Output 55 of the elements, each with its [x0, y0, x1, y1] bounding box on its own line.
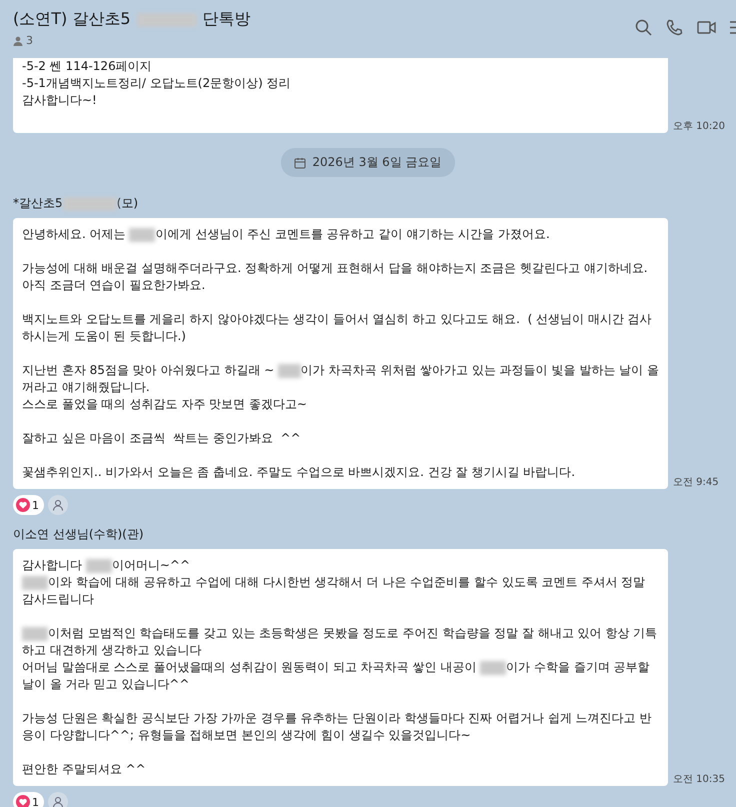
message-text: 이와 학습에 대해 공유하고 수업에 대해 다시한번 생각해서 더 나은 수업준비를 할수 있도록 코멘트 주셔서 정말: [48, 574, 646, 591]
message-text: 하고 대견하게 생각하고 있습니다: [22, 642, 202, 659]
calendar-icon: [294, 156, 306, 168]
message-text: 이에게 선생님이 주신 코멘트를 공유하고 같이 얘기하는 시간을 가졌어요.: [155, 226, 550, 243]
message-text: 백지노트와 오답노트를 게을리 하지 않아야겠다는 생각이 들어서 열심히 하고 있다고도 해요. ( 선생님이 매시간 검사: [22, 311, 652, 328]
message-text: 이어머니~^^: [112, 557, 190, 574]
chat-title: (소연T) 갈산초5: [13, 9, 131, 30]
message-text: 지난번 혼자 85점을 맞아 아쉬웠다고 하길래 ~: [22, 362, 276, 379]
message-text: 이가 수학을 즐기며 공부할: [506, 659, 650, 676]
message-text: 스스로 풀었을 때의 성취감도 자주 맛보면 좋겠다고~: [22, 396, 307, 413]
reactor-button[interactable]: [48, 792, 68, 807]
message-text: 날이 올 거라 믿고 있습니다^^: [22, 676, 190, 693]
blurred-text: [22, 626, 48, 640]
sender-name: 이소연 선생님(수학)(관): [13, 526, 144, 543]
message-text: 응이 다양합니다^^; 유형들을 접해보면 본인의 생각에 힘이 생길수 있을것입니다~: [22, 727, 471, 744]
heart-icon: [16, 795, 30, 807]
message-text: 아직 조금더 연습이 필요한가봐요.: [22, 277, 206, 294]
message-text: 하시는게 도움이 된 듯합니다.): [22, 328, 186, 345]
message-time: 오후 10:20: [673, 120, 725, 133]
blurred-text: [480, 660, 506, 674]
message-time: 오전 9:45: [673, 476, 719, 489]
message-text: 감사드립니다: [22, 591, 94, 608]
message-text: -5-2 쎈 114-126페이지: [22, 58, 152, 75]
person-icon: [52, 796, 64, 807]
message-text: 편안한 주말되셔요 ^^: [22, 761, 146, 778]
blurred-text: [22, 576, 48, 590]
video-icon[interactable]: [697, 19, 716, 36]
reactor-button[interactable]: [48, 495, 68, 515]
message-text: 감사합니다: [22, 557, 83, 574]
person-icon: [52, 499, 64, 511]
blurred-text: [86, 558, 112, 572]
chat-title: 단톡방: [202, 9, 251, 30]
member-count: 3: [26, 34, 33, 47]
message-text: 감사합니다~!: [22, 92, 97, 109]
message-text: 가능성 단원은 확실한 공식보단 가장 가까운 경우를 유추하는 단원이라 학생들마다 진짜 어렵거나 쉽게 느껴진다고 반: [22, 710, 652, 727]
sender-name: (모): [116, 195, 138, 212]
message-text: 이처럼 모범적인 학습태도를 갖고 있는 초등학생은 못봤을 정도로 주어진 학습량을 정말 잘 해내고 있어 항상 기특: [48, 625, 658, 642]
message-text: 가능성에 대해 배운걸 설명해주더라구요. 정확하게 어떻게 표현해서 답을 해야하는지 조금은 헷갈린다고 얘기하네요.: [22, 260, 648, 277]
message-text: 안녕하세요. 어제는: [22, 226, 127, 243]
blurred-text: [129, 228, 156, 242]
phone-icon[interactable]: [666, 19, 683, 36]
message-text: 꽃샘추위인지.. 비가와서 오늘은 좀 춥네요. 주말도 수업으로 바쁘시겠지요. 건강 잘 챙기시길 바랍니다.: [22, 464, 576, 481]
blurred-text: [278, 364, 301, 378]
message-text: 잘하고 싶은 마음이 조금씩 싹트는 중인가봐요 ^^: [22, 430, 301, 447]
message-text: 꺼라고 얘기해줬답니다.: [22, 379, 150, 396]
sender-name: *갈산초5: [13, 195, 63, 212]
search-icon[interactable]: [635, 19, 652, 36]
message-text: 어머님 말씀대로 스스로 풀어냈을때의 성취감이 원동력이 되고 차곡차곡 쌓인 내공이: [22, 659, 478, 676]
person-icon: [13, 36, 23, 46]
date-divider: 2026년 3월 6일 금요일: [281, 148, 455, 177]
like-reaction[interactable]: 1: [13, 495, 44, 515]
like-reaction[interactable]: 1: [13, 792, 44, 807]
message-text: 이가 차곡차곡 위처럼 쌓아가고 있는 과정들이 빛을 발하는 날이 올: [300, 362, 659, 379]
message-time: 오전 10:35: [673, 773, 725, 786]
message-text: -5-1개념백지노트정리/ 오답노트(2문항이상) 정리: [22, 75, 291, 92]
